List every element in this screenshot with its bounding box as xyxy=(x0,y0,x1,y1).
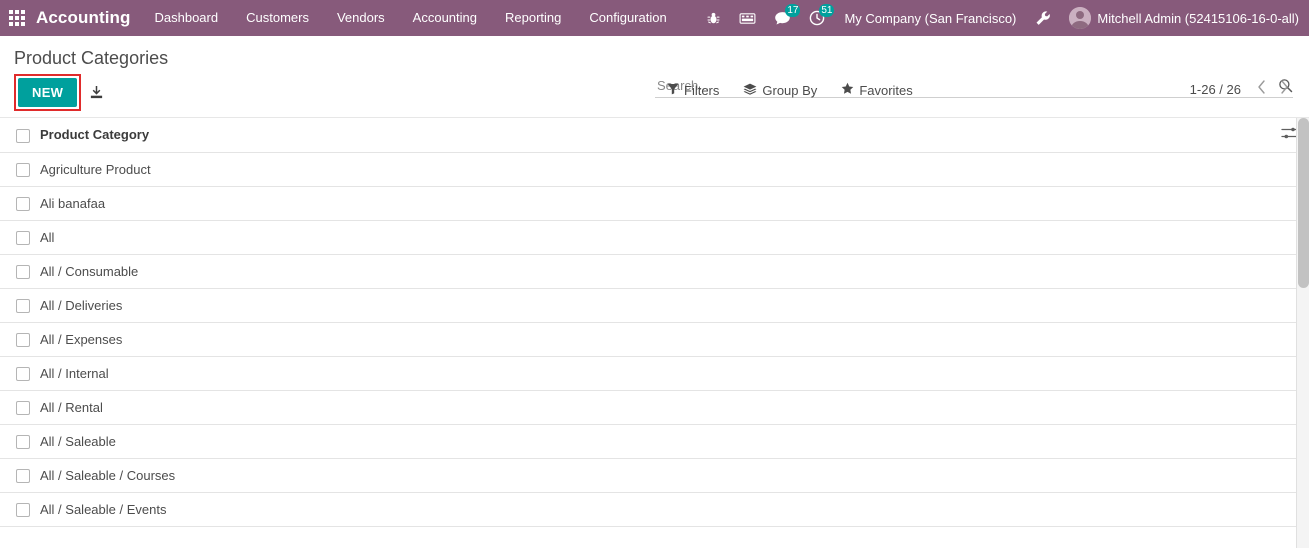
group-by-label: Group By xyxy=(762,82,818,98)
table-row[interactable]: All / Expenses xyxy=(0,322,1309,357)
wrench-icon[interactable] xyxy=(1026,0,1061,36)
cell-product-category[interactable]: All / Consumable xyxy=(40,254,1269,289)
user-menu[interactable]: Mitchell Admin (52415106-16-0-all) xyxy=(1061,7,1303,29)
menu-item-dashboard[interactable]: Dashboard xyxy=(141,0,233,36)
row-select-cell xyxy=(0,152,40,187)
navbar-systray: 17 51 My Company (San Francisco) Mitchel… xyxy=(697,0,1309,36)
top-navbar: Accounting Dashboard Customers Vendors A… xyxy=(0,0,1309,36)
menu-item-reporting[interactable]: Reporting xyxy=(491,0,575,36)
menu-item-customers[interactable]: Customers xyxy=(232,0,323,36)
product-categories-table: Product Category Agriculture Product Ali… xyxy=(0,118,1309,527)
cell-product-category[interactable]: All / Saleable xyxy=(40,424,1269,459)
menu-item-configuration[interactable]: Configuration xyxy=(575,0,680,36)
row-checkbox[interactable] xyxy=(16,298,30,313)
row-select-cell xyxy=(0,322,40,357)
table-row[interactable]: All / Saleable xyxy=(0,424,1309,459)
user-name: Mitchell Admin (52415106-16-0-all) xyxy=(1097,10,1299,26)
scrollbar-thumb[interactable] xyxy=(1298,118,1309,288)
table-row[interactable]: All / Saleable / Courses xyxy=(0,458,1309,493)
table-row[interactable]: All / Internal xyxy=(0,356,1309,391)
table-body: Agriculture Product Ali banafaa All All … xyxy=(0,152,1309,527)
menu-item-accounting[interactable]: Accounting xyxy=(399,0,491,36)
cell-product-category[interactable]: Ali banafaa xyxy=(40,186,1269,221)
row-checkbox[interactable] xyxy=(16,332,30,347)
row-checkbox[interactable] xyxy=(16,196,30,211)
table-row[interactable]: Agriculture Product xyxy=(0,152,1309,187)
messages-icon[interactable]: 17 xyxy=(765,0,801,36)
row-checkbox[interactable] xyxy=(16,230,30,245)
chevron-left-icon[interactable] xyxy=(1251,80,1272,98)
favorites-dropdown[interactable]: Favorites xyxy=(829,78,924,102)
activities-counter-badge: 51 xyxy=(819,4,835,17)
cell-product-category[interactable]: All / Expenses xyxy=(40,322,1269,357)
breadcrumb[interactable]: Product Categories xyxy=(14,46,168,70)
control-panel-top-row: Product Categories xyxy=(0,36,1309,70)
search-panel-dropdowns: Filters Group By Favorites xyxy=(655,78,925,102)
app-brand-name[interactable]: Accounting xyxy=(34,8,141,28)
favorites-label: Favorites xyxy=(859,82,913,98)
table-row[interactable]: All / Deliveries xyxy=(0,288,1309,323)
new-button[interactable]: NEW xyxy=(18,78,78,107)
bug-icon[interactable] xyxy=(697,0,730,36)
row-checkbox[interactable] xyxy=(16,502,30,517)
vertical-scrollbar[interactable] xyxy=(1296,118,1309,548)
apps-grid-icon[interactable] xyxy=(0,0,34,36)
row-select-cell xyxy=(0,492,40,527)
row-checkbox[interactable] xyxy=(16,264,30,279)
row-select-cell xyxy=(0,186,40,221)
list-view: Product Category Agriculture Product Ali… xyxy=(0,118,1309,548)
cell-product-category[interactable]: All / Rental xyxy=(40,390,1269,425)
table-row[interactable]: All xyxy=(0,220,1309,255)
filters-dropdown[interactable]: Filters xyxy=(655,79,731,102)
messages-counter-badge: 17 xyxy=(785,4,801,17)
chevron-right-icon[interactable] xyxy=(1274,80,1295,98)
table-header: Product Category xyxy=(0,118,1309,153)
star-icon xyxy=(841,82,854,98)
cell-product-category[interactable]: All / Internal xyxy=(40,356,1269,391)
group-by-layers-icon xyxy=(743,83,757,98)
table-row[interactable]: All / Rental xyxy=(0,390,1309,425)
row-select-cell xyxy=(0,390,40,425)
row-select-cell xyxy=(0,356,40,391)
table-row[interactable]: All / Saleable / Events xyxy=(0,492,1309,527)
cell-product-category[interactable]: All / Deliveries xyxy=(40,288,1269,323)
control-panel-bottom-row: NEW Filters Group By Favorites 1-26 / 26 xyxy=(0,70,1309,111)
table-row[interactable]: All / Consumable xyxy=(0,254,1309,289)
select-all-header xyxy=(0,118,40,153)
row-select-cell xyxy=(0,458,40,493)
row-select-cell xyxy=(0,220,40,255)
row-checkbox[interactable] xyxy=(16,366,30,381)
row-checkbox[interactable] xyxy=(16,162,30,177)
row-select-cell xyxy=(0,288,40,323)
pager: 1-26 / 26 xyxy=(1190,80,1295,98)
group-by-dropdown[interactable]: Group By xyxy=(731,79,829,102)
filters-label: Filters xyxy=(684,82,720,98)
import-records-icon[interactable] xyxy=(81,79,112,106)
row-select-cell xyxy=(0,254,40,289)
column-header-product-category[interactable]: Product Category xyxy=(40,118,1269,153)
company-switcher[interactable]: My Company (San Francisco) xyxy=(834,11,1026,26)
main-menu: Dashboard Customers Vendors Accounting R… xyxy=(141,0,681,36)
cell-product-category[interactable]: All / Saleable / Events xyxy=(40,492,1269,527)
cell-product-category[interactable]: All / Saleable / Courses xyxy=(40,458,1269,493)
cell-product-category[interactable]: Agriculture Product xyxy=(40,152,1269,187)
filter-funnel-icon xyxy=(667,83,679,98)
row-checkbox[interactable] xyxy=(16,400,30,415)
new-button-highlight: NEW xyxy=(14,74,82,111)
avatar xyxy=(1069,7,1092,29)
row-select-cell xyxy=(0,424,40,459)
table-row[interactable]: Ali banafaa xyxy=(0,186,1309,221)
cell-product-category[interactable]: All xyxy=(40,220,1269,255)
select-all-checkbox[interactable] xyxy=(16,128,30,143)
row-checkbox[interactable] xyxy=(16,468,30,483)
pager-range: 1-26 / 26 xyxy=(1189,81,1241,97)
menu-item-vendors[interactable]: Vendors xyxy=(323,0,399,36)
phone-icon[interactable] xyxy=(730,0,765,36)
control-panel: Product Categories NEW xyxy=(0,36,1309,118)
activities-clock-icon[interactable]: 51 xyxy=(800,0,835,36)
row-checkbox[interactable] xyxy=(16,434,30,449)
